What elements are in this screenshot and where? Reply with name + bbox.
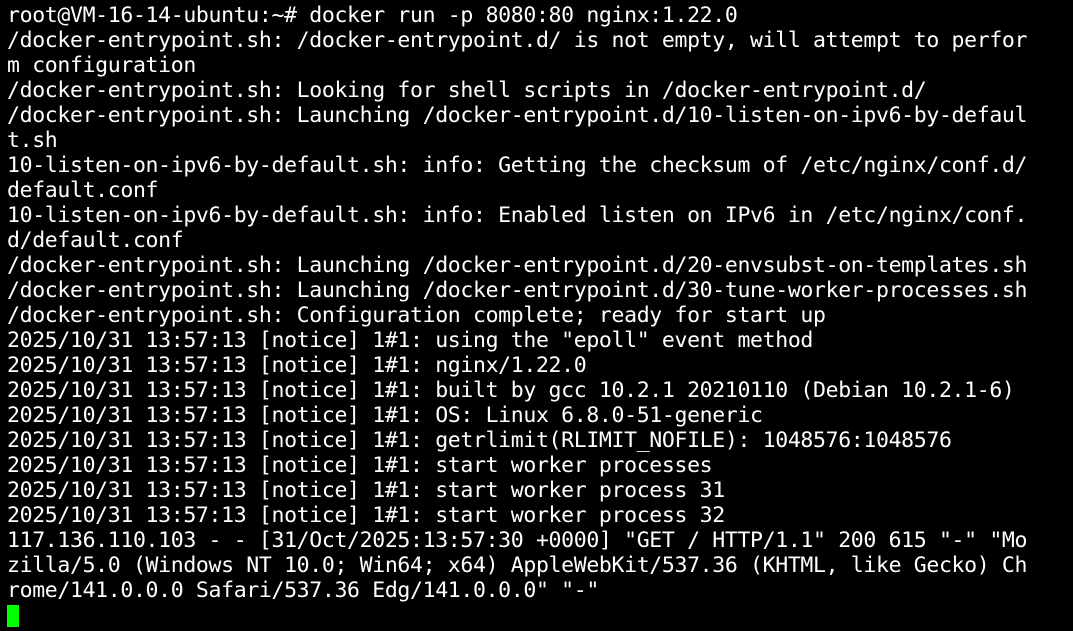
- terminal-line: zilla/5.0 (Windows NT 10.0; Win64; x64) …: [7, 553, 1028, 578]
- terminal-line: rome/141.0.0.0 Safari/537.36 Edg/141.0.0…: [7, 578, 599, 603]
- terminal-line: 10-listen-on-ipv6-by-default.sh: info: G…: [7, 153, 1028, 178]
- terminal-line: /docker-entrypoint.sh: /docker-entrypoin…: [7, 28, 1028, 53]
- terminal-line: /docker-entrypoint.sh: Launching /docker…: [7, 278, 1028, 303]
- terminal-line: 2025/10/31 13:57:13 [notice] 1#1: built …: [7, 378, 1015, 403]
- terminal-line: /docker-entrypoint.sh: Looking for shell…: [7, 78, 927, 103]
- terminal-line: /docker-entrypoint.sh: Launching /docker…: [7, 103, 1028, 128]
- terminal-line: 2025/10/31 13:57:13 [notice] 1#1: OS: Li…: [7, 403, 763, 428]
- terminal-line: 2025/10/31 13:57:13 [notice] 1#1: start …: [7, 453, 713, 478]
- terminal-line: 2025/10/31 13:57:13 [notice] 1#1: nginx/…: [7, 353, 587, 378]
- terminal-line: 2025/10/31 13:57:13 [notice] 1#1: getrli…: [7, 428, 952, 453]
- terminal-line: 2025/10/31 13:57:13 [notice] 1#1: start …: [7, 478, 725, 503]
- terminal-cursor: [7, 605, 19, 627]
- terminal-line: t.sh: [7, 128, 58, 153]
- terminal-window[interactable]: root@VM-16-14-ubuntu:~# docker run -p 80…: [0, 0, 1073, 631]
- terminal-line: 2025/10/31 13:57:13 [notice] 1#1: start …: [7, 503, 725, 528]
- terminal-line: 10-listen-on-ipv6-by-default.sh: info: E…: [7, 203, 1028, 228]
- terminal-cursor-line[interactable]: [7, 603, 1073, 628]
- terminal-line: /docker-entrypoint.sh: Configuration com…: [7, 303, 826, 328]
- terminal-line: default.conf: [7, 178, 159, 203]
- terminal-line: m configuration: [7, 53, 196, 78]
- terminal-line: /docker-entrypoint.sh: Launching /docker…: [7, 253, 1028, 278]
- terminal-line: 2025/10/31 13:57:13 [notice] 1#1: using …: [7, 328, 814, 353]
- terminal-line-command: root@VM-16-14-ubuntu:~# docker run -p 80…: [7, 3, 738, 28]
- terminal-line: d/default.conf: [7, 228, 184, 253]
- terminal-line: 117.136.110.103 - - [31/Oct/2025:13:57:3…: [7, 528, 1028, 553]
